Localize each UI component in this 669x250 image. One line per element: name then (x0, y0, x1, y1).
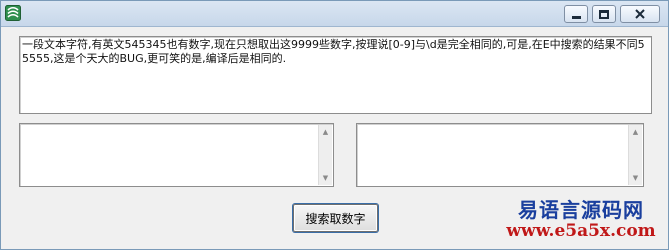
search-extract-numbers-button[interactable]: 搜索取数字 (293, 204, 378, 232)
maximize-button[interactable] (592, 5, 616, 23)
result-editbox-right[interactable]: ▲ ▼ (356, 123, 644, 187)
result-editbox-left[interactable]: ▲ ▼ (19, 123, 334, 187)
source-text-editbox[interactable]: 一段文本字符,有英文545345也有数字,现在只想取出这9999些数字,按理说[… (19, 36, 652, 114)
app-window: 一段文本字符,有英文545345也有数字,现在只想取出这9999些数字,按理说[… (0, 0, 669, 250)
result-left-scrollbar[interactable]: ▲ ▼ (318, 125, 332, 185)
maximize-icon (599, 9, 609, 19)
scroll-up-arrow-icon[interactable]: ▲ (629, 125, 642, 139)
scroll-up-arrow-icon[interactable]: ▲ (319, 125, 332, 139)
minimize-button[interactable] (564, 5, 588, 23)
watermark-title: 易语言源码网 (518, 198, 644, 222)
site-watermark: 易语言源码网 www.e5a5x.com (506, 200, 656, 240)
scroll-down-arrow-icon[interactable]: ▼ (629, 171, 642, 185)
title-bar[interactable] (1, 1, 668, 27)
close-icon (635, 9, 645, 19)
minimize-icon (571, 15, 581, 19)
close-button[interactable] (620, 5, 660, 23)
scroll-down-arrow-icon[interactable]: ▼ (319, 171, 332, 185)
result-right-scrollbar[interactable]: ▲ ▼ (628, 125, 642, 185)
watermark-url: www.e5a5x.com (506, 221, 656, 241)
app-icon (5, 5, 21, 21)
